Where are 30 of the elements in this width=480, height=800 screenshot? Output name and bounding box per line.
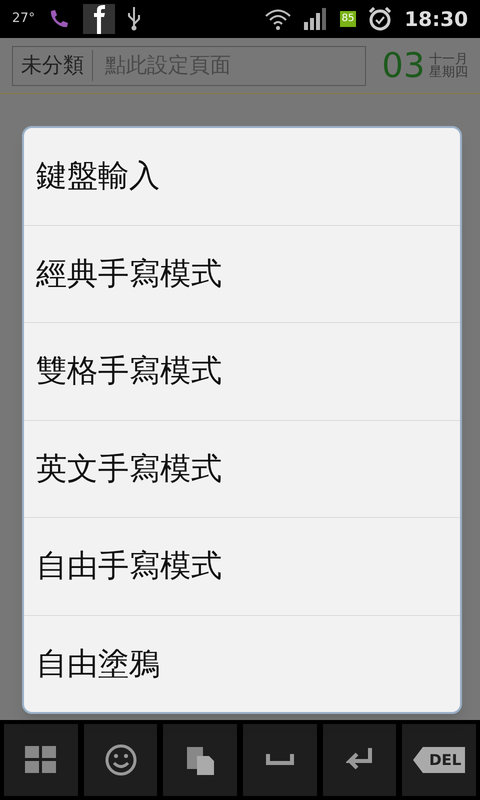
- menu-item[interactable]: 自由手寫模式: [24, 518, 460, 616]
- clipboard-icon: [185, 744, 216, 776]
- date-month: 十一月: [429, 52, 468, 66]
- usb-icon: [127, 7, 142, 31]
- clock: 18:30: [404, 6, 468, 33]
- keyboard-key[interactable]: [243, 724, 317, 796]
- keyboard-key[interactable]: [4, 724, 78, 796]
- wifi-icon: [264, 8, 292, 30]
- delete-key-label: DEL: [413, 746, 466, 774]
- signal-icon: [304, 8, 328, 30]
- smiley-icon: [104, 744, 136, 776]
- space-icon: [266, 754, 294, 766]
- temperature: 27°: [12, 10, 36, 28]
- keyboard-key[interactable]: [322, 724, 396, 796]
- battery-indicator: 85: [340, 11, 356, 27]
- keyboard-key[interactable]: [84, 724, 158, 796]
- menu-item[interactable]: 自由塗鴉: [24, 616, 460, 712]
- date-weekday: 星期四: [429, 66, 468, 78]
- menu-item[interactable]: 鍵盤輸入: [24, 128, 460, 226]
- facebook-icon: [83, 4, 116, 34]
- menu-item[interactable]: 經典手寫模式: [24, 226, 460, 323]
- keyboard-key[interactable]: [163, 724, 238, 796]
- grid-icon: [24, 746, 57, 774]
- date-day: 03: [382, 48, 425, 82]
- menu-item[interactable]: 英文手寫模式: [24, 420, 460, 518]
- keyboard-key[interactable]: DEL: [402, 724, 476, 796]
- enter-icon: [346, 748, 374, 772]
- category-label[interactable]: 未分類: [13, 50, 93, 82]
- menu-item[interactable]: 雙格手寫模式: [24, 323, 460, 420]
- alarm-clock-icon: [368, 7, 392, 31]
